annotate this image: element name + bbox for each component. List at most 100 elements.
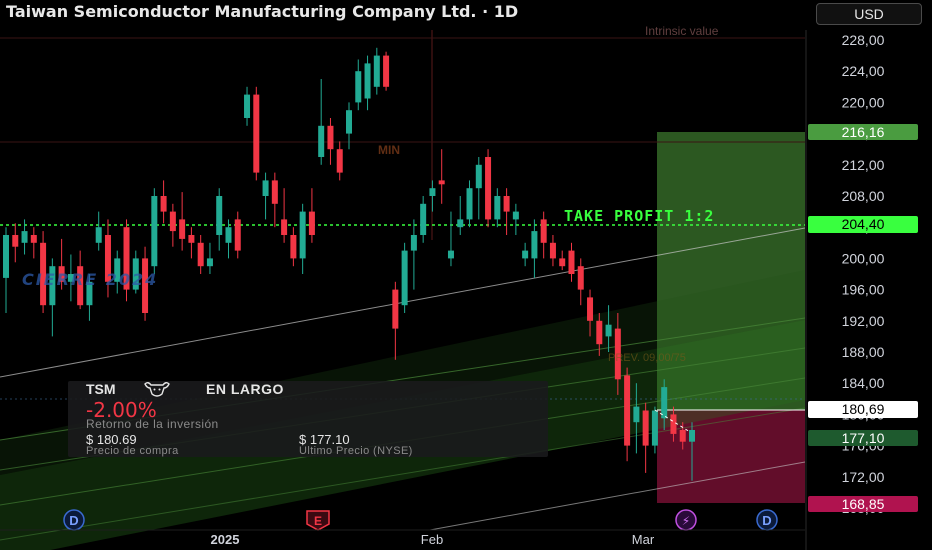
price-chart[interactable]: TAKE PROFIT 1:2 CIERRE 2024 Intrinsic va… [0, 0, 932, 550]
candle-body [447, 250, 454, 259]
candle-body [281, 219, 288, 235]
candle-body [596, 320, 603, 345]
svg-text:168,85: 168,85 [842, 496, 885, 512]
price-tick-label: 192,00 [842, 313, 885, 329]
candle-body [624, 375, 631, 446]
candle-body [169, 211, 176, 232]
svg-text:204,40: 204,40 [842, 216, 885, 232]
candle-body [522, 250, 529, 259]
candle-body [355, 71, 362, 103]
candle-body [485, 157, 492, 220]
candle-body [605, 324, 612, 337]
candle-body [577, 266, 584, 290]
candle-body [327, 125, 334, 150]
candle-body [642, 410, 649, 446]
candle-body [271, 180, 278, 204]
dividend-marker-left[interactable]: D [63, 509, 85, 531]
candle-body [679, 430, 686, 442]
candle-body [3, 235, 9, 278]
candle-body [670, 414, 677, 434]
price-tick-label: 172,00 [842, 469, 885, 485]
svg-text:⚡: ⚡ [682, 514, 690, 528]
candle-body [12, 235, 19, 247]
candle-body [336, 149, 343, 173]
candle-body [244, 94, 251, 118]
time-label-mar: Mar [632, 532, 655, 547]
candle-body [21, 231, 28, 243]
candle-body [410, 235, 417, 251]
card-position-side: EN LARGO [206, 381, 284, 397]
price-tick-label: 228,00 [842, 32, 885, 48]
candle-body [587, 297, 594, 321]
price-tick-label: 196,00 [842, 282, 885, 298]
candle-body [392, 289, 399, 329]
chart-title: Taiwan Semiconductor Manufacturing Compa… [6, 2, 519, 21]
split-marker[interactable]: ⚡ [675, 509, 697, 531]
candle-body [383, 55, 390, 87]
bull-icon [144, 382, 170, 397]
candle-body [160, 196, 167, 212]
currency-button[interactable]: USD [816, 3, 922, 25]
candle-body [216, 196, 223, 235]
price-tick-label: 200,00 [842, 250, 885, 266]
candle-body [512, 211, 519, 220]
dividend-marker-right[interactable]: D [756, 509, 778, 531]
intrinsic-value-annotation: Intrinsic value [645, 24, 719, 38]
candle-body [633, 406, 640, 423]
candle-body [494, 196, 501, 220]
svg-text:E: E [314, 514, 322, 528]
candle-body [568, 250, 575, 274]
price-label-take-profit: 204,40 [808, 216, 918, 233]
prev-annotation: PREV. 09,00/75 [608, 352, 686, 364]
candle [383, 51, 390, 91]
candle-body [457, 219, 464, 228]
svg-text:216,16: 216,16 [842, 124, 885, 140]
candle-body [225, 227, 232, 243]
svg-text:180,69: 180,69 [842, 401, 885, 417]
candle [401, 242, 408, 313]
card-last-label: Último Precio (NYSE) [299, 445, 413, 457]
price-label-entry: 180,69 [808, 401, 918, 418]
time-label-feb: Feb [421, 532, 443, 547]
candle-body [299, 211, 306, 259]
candle [253, 86, 260, 181]
candle-body [197, 242, 204, 267]
candle-body [346, 110, 352, 134]
candle-body [689, 430, 695, 442]
card-return-label: Retorno de la inversión [86, 417, 219, 431]
cierre-annotation: CIERRE 2024 [22, 270, 158, 289]
price-label-tp-top: 216,16 [808, 124, 918, 140]
candle-body [364, 63, 371, 99]
candle-body [290, 235, 297, 259]
candle-body [188, 235, 195, 243]
candle [485, 149, 492, 228]
position-card: TSM EN LARGO -2.00% Retorno de la invers… [68, 381, 548, 457]
candle-body [540, 219, 547, 243]
candle-body [429, 188, 436, 196]
candle-body [318, 125, 325, 157]
take-profit-annotation: TAKE PROFIT 1:2 [564, 207, 714, 225]
svg-text:177,10: 177,10 [842, 430, 885, 446]
candle-body [151, 196, 158, 267]
candle-body [438, 180, 445, 185]
candle-body [30, 235, 37, 243]
candle [151, 188, 158, 274]
candle-body [95, 227, 102, 243]
candle-body [253, 94, 260, 173]
svg-text:D: D [762, 513, 771, 528]
price-tick-label: 212,00 [842, 157, 885, 173]
price-tick-label: 224,00 [842, 63, 885, 79]
candle-body [549, 242, 556, 259]
candle [123, 219, 130, 302]
price-tick-label: 208,00 [842, 188, 885, 204]
candle-body [206, 258, 213, 267]
time-label-2025: 2025 [211, 532, 240, 547]
candle-body [559, 258, 566, 267]
candle-body [234, 219, 241, 251]
candle-body [308, 211, 315, 235]
candle-body [651, 410, 658, 446]
svg-text:D: D [69, 513, 78, 528]
candle-body [475, 164, 482, 189]
price-axis[interactable]: 228,00224,00220,00216,00212,00208,00204,… [805, 30, 932, 550]
candle-body [420, 203, 427, 235]
